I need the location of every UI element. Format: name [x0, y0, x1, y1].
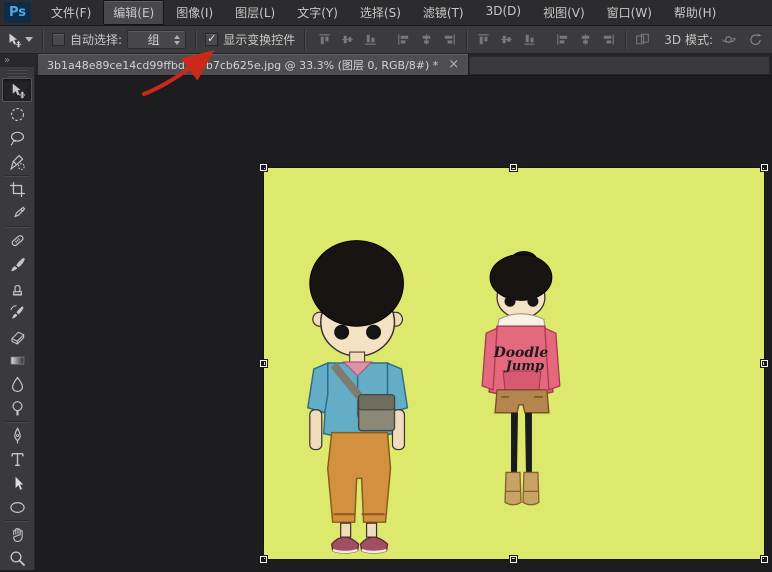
move-tool-icon [6, 32, 22, 48]
history-brush-tool[interactable] [2, 300, 32, 324]
3d-orbit-icon[interactable] [718, 30, 739, 50]
path-selection-tool[interactable] [2, 471, 32, 495]
toolbar-separator [5, 520, 29, 521]
boy-figure [308, 241, 408, 553]
distribute-top-edges-button[interactable] [473, 30, 494, 50]
separator [304, 30, 305, 50]
double-chevron-icon: » [4, 56, 10, 66]
align-controls [314, 30, 653, 50]
eyedropper-tool[interactable] [2, 201, 32, 225]
menu-items: 文件(F)编辑(E)图像(I)图层(L)文字(Y)选择(S)滤镜(T)3D(D)… [41, 0, 726, 25]
gradient-tool[interactable] [2, 348, 32, 372]
elliptical-marquee-tool[interactable] [2, 102, 32, 126]
distribute-bottom-edges-button[interactable] [519, 30, 540, 50]
menu-item-1[interactable]: 文件(F) [41, 0, 101, 25]
crop-tool[interactable] [2, 177, 32, 201]
transform-handle-top-right[interactable] [761, 164, 768, 171]
move-tool[interactable] [2, 78, 32, 102]
distribute-right-edges-button[interactable] [598, 30, 619, 50]
toolbar-separator [5, 226, 29, 227]
chevron-down-icon [25, 37, 33, 42]
quick-selection-tool[interactable] [2, 150, 32, 174]
align-horizontal-centers-button[interactable] [416, 30, 437, 50]
toolbar-separator [5, 175, 29, 176]
menu-item-11[interactable]: 帮助(H) [664, 0, 726, 25]
align-bottom-edges-button[interactable] [360, 30, 381, 50]
separator [625, 30, 626, 50]
show-transform-checkbox[interactable]: ✓ [205, 33, 218, 46]
image-canvas[interactable]: Doodle Jump [263, 167, 765, 560]
transform-handle-bottom-right[interactable] [761, 556, 768, 563]
menu-item-9[interactable]: 视图(V) [533, 0, 595, 25]
menu-item-7[interactable]: 滤镜(T) [413, 0, 474, 25]
transform-handle-top-center[interactable] [510, 164, 517, 171]
distribute-left-edges-button[interactable] [552, 30, 573, 50]
distribute-vertical-centers-button[interactable] [496, 30, 517, 50]
tools-panel: » [0, 54, 35, 570]
menu-item-2[interactable]: 编辑(E) [103, 0, 164, 25]
toolbar-separator [5, 421, 29, 422]
menu-item-5[interactable]: 文字(Y) [287, 0, 348, 25]
auto-select-checkbox[interactable] [52, 33, 65, 46]
lasso-tool[interactable] [2, 126, 32, 150]
transform-handle-middle-left[interactable] [260, 360, 267, 367]
tool-options-bar: 自动选择: 组 ✓ 显示变换控件 3D 模式: [0, 26, 772, 54]
brush-tool[interactable] [2, 252, 32, 276]
clone-stamp-tool[interactable] [2, 276, 32, 300]
group-dropdown[interactable]: 组 [127, 30, 186, 49]
menu-item-6[interactable]: 选择(S) [350, 0, 411, 25]
group-dropdown-value: 组 [133, 31, 174, 48]
separator [195, 30, 196, 50]
3d-roll-icon[interactable] [745, 30, 766, 50]
tab-bar-empty-space [469, 56, 770, 74]
transform-handle-bottom-center[interactable] [510, 556, 517, 563]
dodge-tool[interactable] [2, 396, 32, 420]
auto-align-layers-button[interactable] [632, 30, 653, 50]
document-tab[interactable]: 3b1a48e89ce14cd99ffbd536b7cb625e.jpg @ 3… [38, 54, 469, 75]
hoodie-text-line2: Jump [503, 359, 544, 374]
document-area: 3b1a48e89ce14cd99ffbd536b7cb625e.jpg @ 3… [35, 54, 772, 570]
zoom-tool[interactable] [2, 546, 32, 570]
ellipse-tool[interactable] [2, 495, 32, 519]
transform-handle-middle-right[interactable] [761, 360, 768, 367]
spot-healing-brush-tool[interactable] [2, 228, 32, 252]
type-tool[interactable] [2, 447, 32, 471]
auto-select-label: 自动选择: [70, 31, 122, 48]
transform-handle-bottom-left[interactable] [260, 556, 267, 563]
separator [466, 30, 467, 50]
close-icon[interactable]: × [448, 58, 459, 71]
photoshop-logo: Ps [4, 2, 31, 23]
show-transform-label: 显示变换控件 [223, 31, 295, 48]
menu-item-3[interactable]: 图像(I) [166, 0, 223, 25]
align-vertical-centers-button[interactable] [337, 30, 358, 50]
eraser-tool[interactable] [2, 324, 32, 348]
toolbar-tools [0, 78, 34, 570]
document-tab-bar: 3b1a48e89ce14cd99ffbd536b7cb625e.jpg @ 3… [35, 54, 772, 76]
align-top-edges-button[interactable] [314, 30, 335, 50]
menu-item-8[interactable]: 3D(D) [476, 0, 531, 25]
align-right-edges-button[interactable] [439, 30, 460, 50]
canvas-pasteboard[interactable]: Doodle Jump [35, 76, 772, 570]
pen-tool[interactable] [2, 423, 32, 447]
mode-3d-label: 3D 模式: [664, 31, 713, 48]
document-tab-title: 3b1a48e89ce14cd99ffbd536b7cb625e.jpg @ 3… [47, 57, 438, 73]
tools-panel-grip[interactable] [7, 69, 27, 77]
distribute-horizontal-centers-button[interactable] [575, 30, 596, 50]
menu-item-4[interactable]: 图层(L) [225, 0, 285, 25]
artwork-two-cartoon-characters: Doodle Jump [264, 168, 764, 559]
workspace: » 3b1a48e89ce14cd99ffbd536b7cb625e.jpg @… [0, 54, 772, 570]
tools-panel-collapse-button[interactable]: » [0, 54, 34, 67]
tool-preset-picker[interactable] [6, 32, 33, 48]
menu-item-10[interactable]: 窗口(W) [597, 0, 662, 25]
check-icon: ✓ [207, 33, 216, 44]
menu-bar: Ps 文件(F)编辑(E)图像(I)图层(L)文字(Y)选择(S)滤镜(T)3D… [0, 0, 772, 26]
mode-3d-icons [718, 30, 766, 50]
separator [42, 30, 43, 50]
align-left-edges-button[interactable] [393, 30, 414, 50]
blur-tool[interactable] [2, 372, 32, 396]
girl-figure: Doodle Jump [482, 252, 560, 505]
spinner-icon [174, 35, 180, 45]
hand-tool[interactable] [2, 522, 32, 546]
transform-handle-top-left[interactable] [260, 164, 267, 171]
